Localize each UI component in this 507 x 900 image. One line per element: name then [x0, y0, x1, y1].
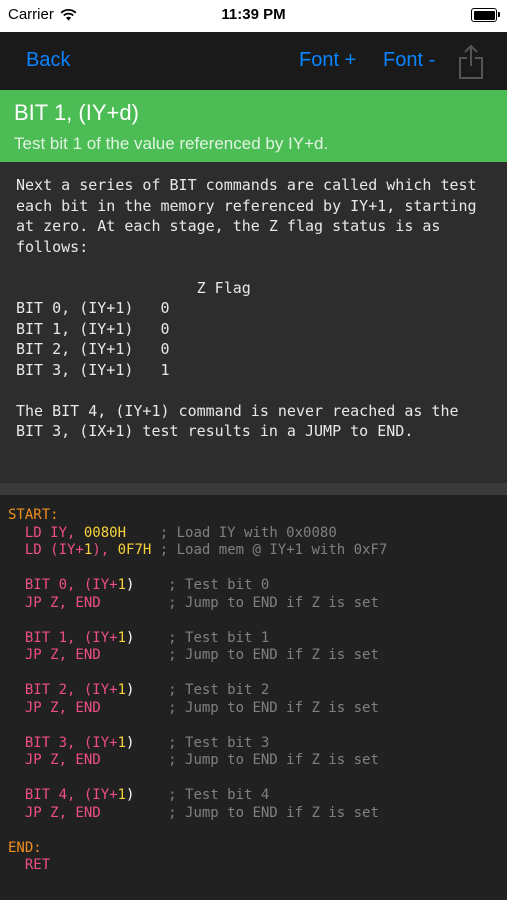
code-comment: ; Test bit 0	[168, 577, 270, 593]
code-mnemonic: BIT 2, (IY+	[24, 682, 118, 698]
code-number: 1	[117, 787, 127, 803]
code-number: 1	[117, 577, 127, 593]
code-comment: ; Jump to END if Z is set	[168, 752, 379, 768]
code-comment: ; Jump to END if Z is set	[168, 594, 379, 611]
status-time: 11:39 PM	[221, 6, 286, 23]
nav-bar: Back Font + Font -	[0, 32, 507, 90]
flag-row-cmd: BIT 1, (IY+1)	[16, 319, 134, 338]
code-mnemonic: JP Z, END	[24, 804, 101, 821]
code-comment: ; Test bit 3	[168, 734, 270, 751]
font-increase-button[interactable]: Font +	[299, 49, 356, 72]
code-comment: ; Jump to END if Z is set	[168, 699, 379, 716]
code-mnemonic: BIT 0, (IY+	[24, 577, 118, 593]
code-text: START: LD IY, 0080H ; Load IY with 0x008…	[8, 507, 499, 875]
code-number: 1	[117, 629, 127, 646]
code-comment: ; Jump to END if Z is set	[168, 804, 379, 821]
description-panel: Next a series of BIT commands are called…	[0, 162, 507, 483]
status-bar: Carrier 11:39 PM	[0, 0, 507, 32]
code-paren: )	[126, 682, 135, 698]
divider	[0, 483, 507, 495]
description-text: Next a series of BIT commands are called…	[16, 175, 491, 442]
code-mnemonic: BIT 1, (IY+	[24, 629, 118, 646]
flag-row-cmd: BIT 0, (IY+1)	[16, 299, 134, 317]
code-mnemonic: LD (IY+	[24, 542, 84, 558]
code-paren: )	[126, 734, 135, 751]
code-mnemonic: JP Z, END	[24, 699, 101, 716]
code-mnemonic: BIT 4, (IY+	[24, 787, 118, 803]
code-mnemonic: JP Z, END	[24, 594, 101, 611]
code-number: 1	[117, 734, 127, 751]
flag-row-value: 0	[160, 299, 170, 317]
code-mnemonic: BIT 3, (IY+	[24, 734, 118, 751]
flag-row-value: 0	[160, 340, 170, 358]
code-mnemonic: RET	[24, 857, 51, 873]
instruction-header: BIT 1, (IY+d) Test bit 1 of the value re…	[0, 90, 507, 162]
code-mnemonic: JP Z, END	[24, 752, 101, 768]
code-paren: )	[126, 577, 135, 593]
flag-row-cmd: BIT 3, (IY+1)	[16, 360, 134, 379]
code-comment: ; Load IY with 0x0080	[159, 524, 337, 541]
code-mnemonic: ),	[92, 542, 110, 558]
code-comment: ; Load mem @ IY+1 with 0xF7	[159, 542, 388, 558]
flag-table-header: Z Flag	[196, 278, 251, 297]
code-mnemonic: JP Z, END	[24, 647, 101, 663]
code-label: START:	[8, 507, 59, 523]
share-icon[interactable]	[456, 44, 486, 80]
code-number: 1	[117, 682, 127, 698]
description-paragraph: The BIT 4, (IY+1) command is never reach…	[16, 401, 468, 441]
description-paragraph: Next a series of BIT commands are called…	[16, 176, 486, 256]
flag-row-cmd: BIT 2, (IY+1)	[16, 340, 134, 358]
code-comment: ; Test bit 2	[168, 682, 270, 698]
code-paren: )	[126, 787, 135, 803]
code-listing: START: LD IY, 0080H ; Load IY with 0x008…	[0, 495, 507, 875]
code-mnemonic: LD IY,	[24, 524, 76, 541]
flag-table: Z Flag BIT 0, (IY+1) 0 BIT 1, (IY+1) 0 B…	[16, 279, 251, 379]
page-title: BIT 1, (IY+d)	[14, 100, 139, 125]
code-comment: ; Jump to END if Z is set	[168, 647, 379, 663]
code-comment: ; Test bit 4	[168, 787, 270, 803]
battery-icon	[471, 8, 500, 22]
flag-row-value: 0	[160, 319, 170, 338]
code-comment: ; Test bit 1	[168, 629, 270, 646]
code-paren: )	[126, 629, 135, 646]
code-label: END:	[8, 839, 42, 856]
page-subtitle: Test bit 1 of the value referenced by IY…	[14, 134, 329, 153]
flag-row-value: 1	[160, 360, 170, 379]
font-decrease-button[interactable]: Font -	[383, 49, 435, 72]
code-number: 0080H	[83, 524, 127, 541]
back-button[interactable]: Back	[26, 49, 70, 72]
code-number: 0F7H	[117, 542, 152, 558]
